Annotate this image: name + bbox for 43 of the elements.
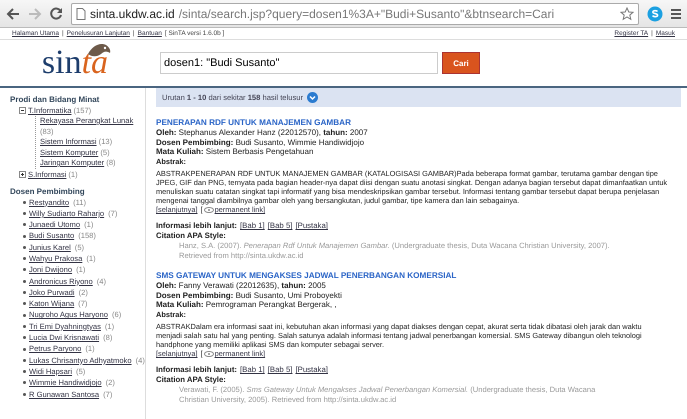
page-icon — [76, 8, 86, 20]
bullet-icon — [23, 370, 26, 374]
bullet-icon — [23, 268, 26, 272]
result-meta: Mata Kuliah: Sistem Berbasis Pengetahuan — [156, 147, 314, 156]
bullet-icon — [23, 348, 26, 350]
bullet-icon — [23, 246, 26, 249]
dropdown-icon[interactable] — [307, 92, 318, 103]
bullet-icon — [23, 257, 26, 260]
search-button[interactable]: Cari — [442, 52, 480, 74]
reload-icon[interactable] — [50, 7, 63, 20]
bullet-icon — [23, 291, 26, 294]
bullet-icon — [23, 392, 26, 396]
collapse-icon[interactable] — [19, 107, 26, 114]
bullet-icon — [23, 200, 26, 204]
result-meta: Oleh: Fanny Verawati (22012635), tahun: 2005 — [156, 281, 327, 291]
bullet-icon — [23, 280, 26, 283]
bullet-icon — [23, 324, 26, 328]
expand-icon[interactable] — [19, 170, 26, 178]
back-icon[interactable] — [6, 8, 20, 20]
result-title[interactable]: SMS GATEWAY UNTUK MENGAKSES JADWAL PENERBANGAN KOMERSIAL — [156, 270, 456, 282]
address-bar[interactable]: sinta.ukdw.ac.id /sinta/search.jsp?query=dosen1%3A+"Budi+Susanto"&btnsearch=Cari — [71, 2, 639, 24]
bullet-icon — [23, 314, 26, 317]
skype-icon[interactable] — [647, 6, 663, 22]
menu-icon[interactable] — [671, 8, 681, 20]
section-title: Dosen Pembimbing — [10, 186, 86, 196]
result-meta: Mata Kuliah: Pemrograman Perangkat Bergerak, , — [156, 300, 338, 310]
result-title[interactable]: PENERAPAN RDF UNTUK MANAJEMEN GAMBAR — [156, 117, 351, 128]
result-meta: Dosen Pembimbing: Budi Susanto, Wimmie Handiwidjojo — [156, 138, 366, 147]
result-meta: Oleh: Stephanus Alexander Hanz (22012570), tahun: 2007 — [156, 128, 369, 138]
bullet-icon — [23, 381, 26, 384]
bullet-icon — [23, 358, 26, 362]
star-icon[interactable] — [620, 6, 634, 20]
logo[interactable]: sinta — [42, 46, 108, 80]
bullet-icon — [23, 234, 26, 238]
link-icon — [204, 351, 214, 358]
bullet-icon — [23, 302, 26, 306]
bullet-icon — [23, 212, 26, 215]
search-field[interactable]: dosen1: "Budi Susanto" — [160, 52, 438, 74]
result-meta: Dosen Pembimbing: Budi Susanto, Umi Proboyekti — [156, 290, 343, 300]
bullet-icon — [23, 336, 26, 340]
link-icon — [204, 207, 214, 214]
bullet-icon — [23, 223, 26, 226]
section-title: Prodi dan Bidang Minat — [10, 94, 100, 105]
